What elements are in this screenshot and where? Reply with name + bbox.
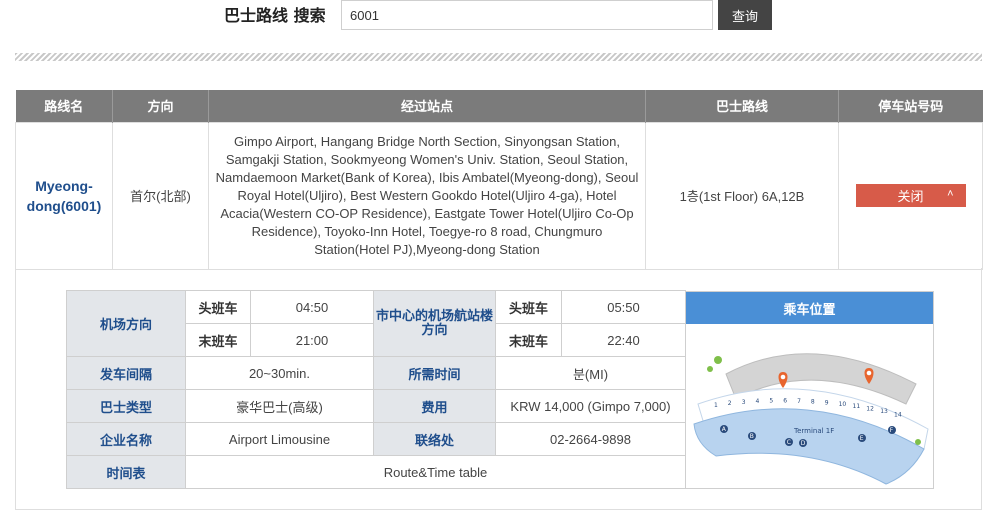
city-last-bus-time: 22:40 [561, 323, 686, 357]
gate-label: D [801, 440, 806, 447]
stop-number: 2 [728, 400, 732, 407]
gate-label: F [890, 427, 894, 434]
stops-cell: Gimpo Airport, Hangang Bridge North Sect… [208, 121, 646, 270]
chevron-up-icon: ˄ [947, 188, 954, 200]
stop-number: 10 [839, 401, 847, 408]
stop-number: 1 [714, 402, 718, 409]
stop-number: 6 [783, 398, 787, 405]
airport-last-bus-time: 21:00 [250, 323, 374, 357]
col-stops: 经过站点 [208, 90, 646, 122]
tree-icon [714, 356, 722, 364]
stop-number: 5 [769, 398, 773, 405]
city-direction-label: 市中心的机场航站楼方向 [373, 290, 496, 357]
bus-type-label: 巴士类型 [66, 389, 186, 423]
tree-icon [707, 366, 713, 372]
col-route-name: 路线名 [15, 90, 113, 122]
city-first-bus-time: 05:50 [561, 290, 686, 324]
company-label: 企业名称 [66, 422, 186, 456]
company-value: Airport Limousine [185, 422, 374, 456]
route-name-cell: Myeong-dong(6001) [15, 121, 113, 270]
table-row: Myeong-dong(6001) 首尔(北部) Gimpo Airport, … [15, 121, 983, 270]
col-bus-route: 巴士路线 [645, 90, 839, 122]
contact-value: 02-2664-9898 [495, 422, 686, 456]
divider [15, 53, 982, 61]
location-pin-icon [778, 372, 788, 388]
airport-first-bus-label: 头班车 [185, 290, 251, 324]
search-button[interactable]: 查询 [718, 0, 772, 30]
search-label: 巴士路线 搜索 [224, 6, 326, 25]
city-last-bus-label: 末班车 [495, 323, 562, 357]
fare-label: 费用 [373, 389, 496, 423]
timetable-label: 时间表 [66, 455, 186, 489]
close-button-label: 关闭 [897, 189, 924, 204]
stop-number: 4 [756, 398, 760, 405]
tree-icon [915, 439, 921, 445]
duration-label: 所需时间 [373, 356, 496, 390]
gate-label: C [787, 439, 791, 446]
interval-value: 20~30min. [185, 356, 374, 390]
duration-value: 분(MI) [495, 356, 686, 390]
stop-number: 11 [853, 403, 861, 410]
gate-label: E [860, 435, 864, 442]
search-bar: 巴士路线 搜索 查询 [0, 0, 998, 30]
fare-value: KRW 14,000 (Gimpo 7,000) [495, 389, 686, 423]
boarding-location-title: 乘车位置 [686, 292, 933, 324]
stop-number: 7 [797, 398, 801, 405]
col-stop-number: 停车站号码 [838, 90, 983, 122]
search-input[interactable] [341, 0, 713, 30]
schedule-table: 机场方向 头班车 04:50 市中心的机场航站楼方向 头班车 05:50 末班车… [66, 290, 686, 489]
route-name-link[interactable]: Myeong-dong(6001) [27, 178, 102, 214]
direction-cell: 首尔(北部) [112, 121, 209, 270]
terminal-map: 1 2 3 4 5 6 7 8 9 10 11 12 13 14 ABC DEF Terminal 1F [693, 353, 929, 485]
stop-number: 9 [825, 400, 829, 407]
timetable-link[interactable]: Route&Time table [185, 455, 686, 489]
airport-last-bus-label: 末班车 [185, 323, 251, 357]
interval-label: 发车间隔 [66, 356, 186, 390]
gate-label: B [750, 433, 754, 440]
contact-label: 联络处 [373, 422, 496, 456]
detail-panel: 机场方向 头班车 04:50 市中心的机场航站楼方向 头班车 05:50 末班车… [15, 268, 982, 510]
stop-number: 13 [880, 408, 888, 415]
airport-first-bus-time: 04:50 [250, 290, 374, 324]
col-direction: 方向 [112, 90, 209, 122]
stop-button-cell: 关闭 ˄ [838, 121, 983, 270]
stop-number: 12 [866, 405, 874, 412]
bus-type-value: 豪华巴士(高级) [185, 389, 374, 423]
stop-number: 8 [811, 399, 815, 406]
route-table: 路线名 方向 经过站点 巴士路线 停车站号码 Myeong-dong(6001)… [15, 90, 983, 270]
stop-number: 14 [894, 411, 902, 418]
boarding-location-box: 乘车位置 1 2 3 4 5 6 7 8 9 10 11 12 13 14 ABCDEF Terminal… [685, 291, 934, 489]
airport-direction-label: 机场方向 [66, 290, 186, 357]
table-header-row: 路线名 方向 经过站点 巴士路线 停车站号码 [15, 90, 983, 122]
close-button[interactable]: 关闭 ˄ [855, 184, 966, 207]
stop-number: 3 [742, 399, 746, 406]
bus-route-cell: 1층(1st Floor) 6A,12B [645, 121, 839, 270]
terminal-label: Terminal 1F [793, 427, 834, 435]
city-first-bus-label: 头班车 [495, 290, 562, 324]
